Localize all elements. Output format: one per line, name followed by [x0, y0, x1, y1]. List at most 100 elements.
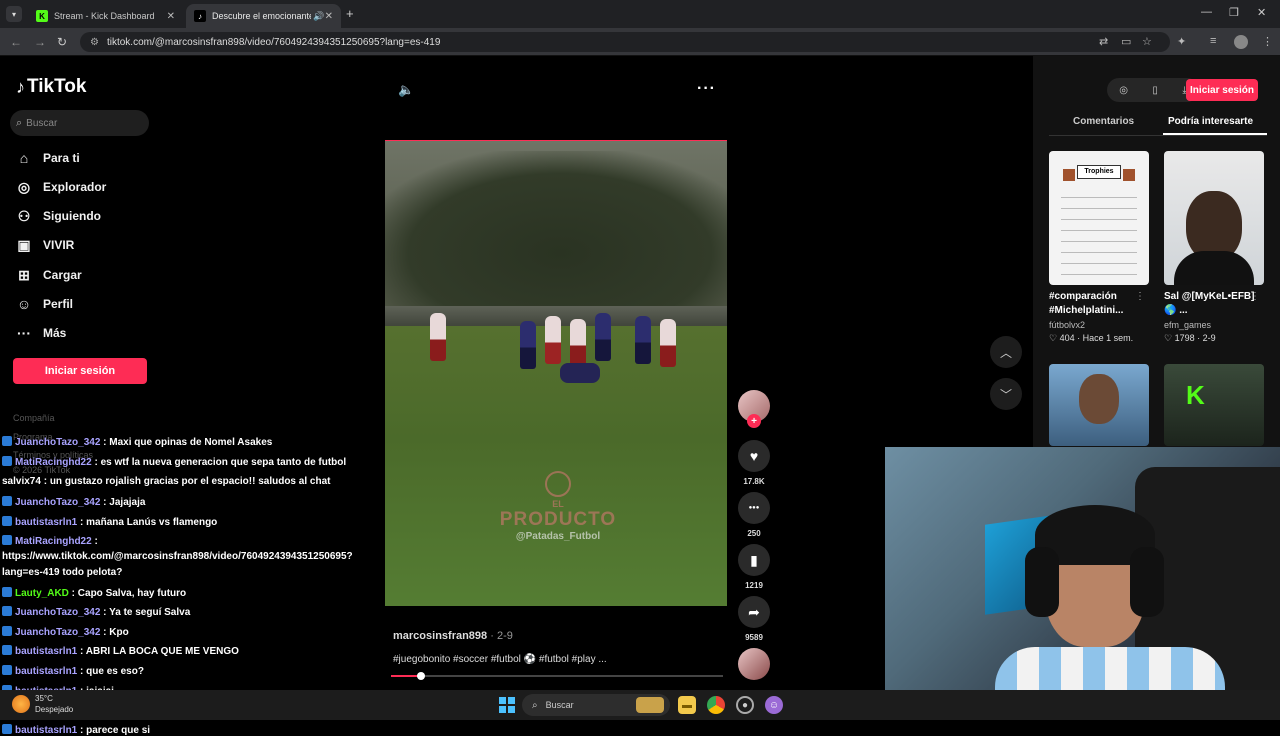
recommended-card[interactable]: K: [1164, 364, 1264, 446]
browser-tab-tiktok[interactable]: ♪ Descubre el emocionante m 🔊 ✕: [186, 4, 341, 28]
video-player[interactable]: EL PRODUCTO @Patadas_Futbol: [385, 140, 727, 606]
extensions-icon[interactable]: ✦: [1177, 35, 1186, 48]
obs-icon[interactable]: ●: [736, 696, 754, 714]
reading-list-icon[interactable]: ≡: [1210, 35, 1216, 47]
file-explorer-icon[interactable]: ▬: [678, 696, 696, 714]
taskbar-search[interactable]: ⌕ Buscar: [522, 694, 670, 716]
thumb-face: [1079, 374, 1119, 424]
card-more-icon[interactable]: ⋮: [1250, 291, 1260, 302]
chat-username[interactable]: bautistasrln1: [15, 666, 77, 677]
new-tab-button[interactable]: +: [346, 6, 354, 21]
tab-podria-interesarte[interactable]: Podría interesarte: [1168, 116, 1253, 127]
cast-icon[interactable]: ▭: [1121, 35, 1131, 48]
audio-playing-icon[interactable]: 🔊: [313, 11, 324, 22]
card-more-icon[interactable]: ⋮: [1135, 291, 1145, 302]
chat-username[interactable]: MatiRacinghd22: [15, 457, 92, 468]
chat-username[interactable]: MatiRacinghd22: [15, 536, 92, 547]
discord-icon[interactable]: ☺: [765, 696, 783, 714]
tab-comentarios[interactable]: Comentarios: [1073, 116, 1134, 127]
coins-icon[interactable]: ◎: [1119, 85, 1128, 96]
chat-badge-icon: [2, 535, 12, 545]
chat-username[interactable]: bautistasrln1: [15, 725, 77, 736]
nav-item-para-ti[interactable]: ⌂ Para ti: [15, 147, 80, 169]
previous-video-chevron-up-icon[interactable]: ︿: [990, 336, 1022, 368]
card-thumbnail[interactable]: Trophies: [1049, 151, 1149, 285]
share-button[interactable]: ➦ 9589: [738, 596, 770, 642]
restore-icon[interactable]: ❐: [1229, 6, 1239, 19]
chat-username[interactable]: JuanchoTazo_342: [15, 627, 100, 638]
site-info-icon[interactable]: ⚙: [90, 37, 99, 48]
thumb-table: [1061, 187, 1137, 277]
card-author[interactable]: efm_games: [1164, 320, 1264, 330]
video-progress-bar[interactable]: [391, 672, 723, 680]
nav-label: Cargar: [43, 268, 82, 282]
taskbar-search-label: Buscar: [545, 700, 574, 710]
nav-item-explorador[interactable]: ◎ Explorador: [15, 176, 106, 198]
translate-icon[interactable]: ⇄: [1099, 35, 1108, 48]
close-tab-icon[interactable]: ✕: [325, 11, 333, 22]
recommended-card[interactable]: Sal @[MyKeL•EFB] 🌎 ... efm_games ♡ 1798 …: [1164, 151, 1264, 344]
url-field[interactable]: ⚙ tiktok.com/@marcosinsfran898/video/760…: [80, 32, 1170, 52]
browser-menu-icon[interactable]: ⋮: [1262, 35, 1273, 48]
weather-widget[interactable]: 35°C Despejado: [12, 693, 73, 715]
card-thumbnail[interactable]: K: [1164, 364, 1264, 446]
next-video-avatar[interactable]: [738, 648, 770, 680]
chat-username[interactable]: JuanchoTazo_342: [15, 497, 100, 508]
chrome-icon[interactable]: [707, 696, 725, 714]
card-author[interactable]: fútbolvx2: [1049, 320, 1149, 330]
recommended-card[interactable]: [1049, 364, 1149, 446]
watermark-line: EL: [552, 499, 564, 509]
tiktok-logo[interactable]: ♪ TikTok: [16, 76, 86, 98]
chat-username[interactable]: salvix74: [2, 476, 41, 487]
windows-start-icon[interactable]: [499, 697, 515, 713]
chat-username[interactable]: bautistasrln1: [15, 646, 77, 657]
card-thumbnail[interactable]: [1049, 364, 1149, 446]
author-name[interactable]: marcosinsfran898: [393, 630, 487, 642]
video-author[interactable]: marcosinsfran898 · 2-9: [393, 630, 513, 642]
forward-icon[interactable]: →: [34, 35, 46, 49]
chat-message: JuanchoTazo_342 : Ya te seguí Salva: [2, 606, 190, 618]
compass-icon: ◎: [17, 178, 31, 195]
close-window-icon[interactable]: ✕: [1257, 6, 1266, 19]
profile-avatar-icon[interactable]: [1234, 35, 1248, 49]
watermark-handle: @Patadas_Futbol: [515, 531, 601, 542]
video-caption[interactable]: #juegobonito #soccer #futbol ⚽ #futbol #…: [393, 654, 607, 665]
device-icon[interactable]: ▯: [1152, 85, 1158, 96]
chat-username[interactable]: JuanchoTazo_342: [15, 607, 100, 618]
nav-item-vivir[interactable]: ▣ VIVIR: [15, 234, 74, 256]
close-tab-icon[interactable]: ✕: [167, 11, 175, 22]
chat-text: : parece que si: [77, 725, 151, 736]
recommended-card[interactable]: Trophies #comparación #Michelplatini... …: [1049, 151, 1149, 344]
volume-icon[interactable]: 🔈: [398, 82, 414, 98]
chat-username[interactable]: bautistasrln1: [15, 517, 77, 528]
follow-plus-icon[interactable]: +: [747, 414, 761, 428]
browser-tab-kick[interactable]: K Stream - Kick Dashboard ✕: [28, 4, 183, 28]
like-button[interactable]: ♥ 17.8K: [738, 440, 770, 486]
more-options-icon[interactable]: ···: [697, 80, 716, 98]
nav-item-cargar[interactable]: ⊞ Cargar: [15, 264, 82, 286]
footer-link-company[interactable]: Compañía: [13, 413, 55, 423]
next-video-chevron-down-icon[interactable]: ﹀: [990, 378, 1022, 410]
search-input[interactable]: ⌕ Buscar: [10, 110, 149, 136]
progress-knob[interactable]: [416, 672, 425, 680]
nav-item-siguiendo[interactable]: ⚇ Siguiendo: [15, 205, 101, 227]
card-thumbnail[interactable]: [1164, 151, 1264, 285]
chat-username[interactable]: JuanchoTazo_342: [15, 437, 100, 448]
nav-item-mas[interactable]: ··· Más: [15, 322, 66, 344]
live-icon: ▣: [17, 236, 31, 253]
comment-button[interactable]: ●●● 250: [738, 492, 770, 538]
chat-username[interactable]: Lauty_AKD: [15, 588, 69, 599]
minimize-icon[interactable]: —: [1201, 6, 1212, 18]
webcam-overlay: [885, 447, 1280, 720]
comment-count: 250: [747, 529, 761, 538]
save-button[interactable]: ▮ 1219: [738, 544, 770, 590]
thumb-label: Trophies: [1077, 165, 1121, 179]
sidebar-login-button[interactable]: Iniciar sesión: [13, 358, 147, 384]
bookmark-star-icon[interactable]: ☆: [1142, 35, 1152, 48]
back-icon[interactable]: ←: [10, 35, 22, 49]
tab-list-button[interactable]: ▾: [6, 6, 22, 22]
nav-item-perfil[interactable]: ☺ Perfil: [15, 293, 73, 315]
chat-message: Lauty_AKD : Capo Salva, hay futuro: [2, 587, 186, 599]
reload-icon[interactable]: ↻: [57, 35, 67, 49]
header-login-button[interactable]: Iniciar sesión: [1186, 79, 1258, 101]
